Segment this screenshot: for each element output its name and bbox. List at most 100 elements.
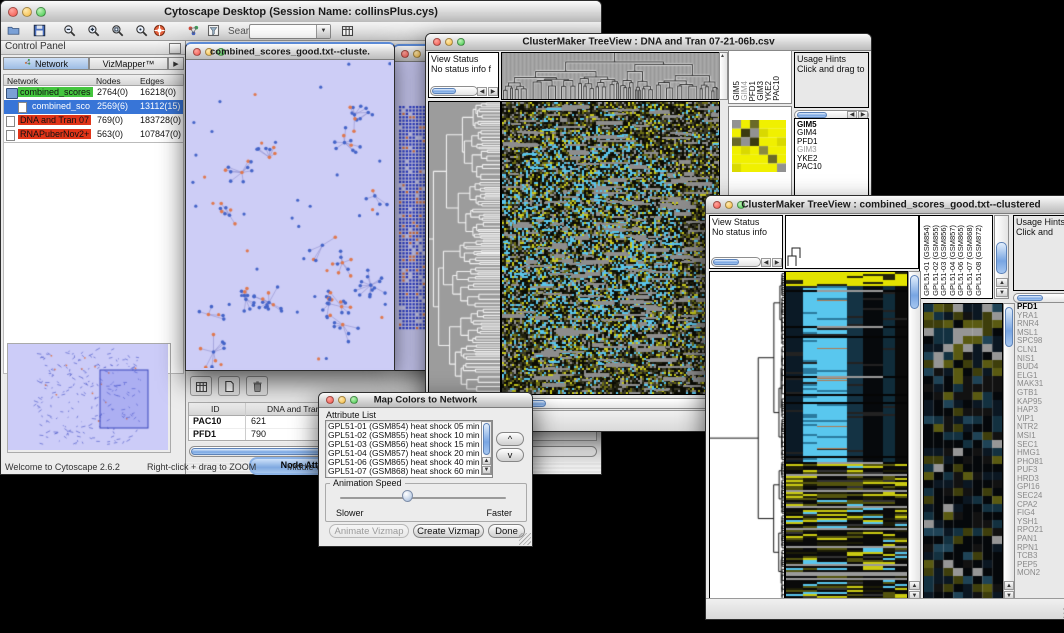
doc-icon [6,116,15,127]
close-icon[interactable] [433,38,441,46]
global-heatmap-canvas[interactable] [501,101,720,395]
close-icon[interactable] [193,48,201,56]
view-status-hscrollbar[interactable] [430,86,478,96]
save-icon[interactable] [33,24,48,39]
usage-hints-panel: Usage Hints Click and drag to [794,52,869,108]
animation-speed-label: Animation Speed [330,478,405,488]
scroll-right-icon[interactable]: ▶ [488,87,498,96]
dialog-titlebar[interactable]: Map Colors to Network [319,393,532,408]
tab-overflow-button[interactable]: ▶ [168,57,184,70]
network-edges-count: 13112(15) [140,101,180,111]
scrollbar-thumb[interactable] [1017,295,1043,301]
collabel-vscrollbar[interactable]: ▲ ▼ [994,215,1009,299]
row-id: PAC10 [193,416,221,426]
row-dendrogram-canvas[interactable] [428,101,501,395]
minimize-icon[interactable] [413,50,421,58]
table-import-icon[interactable] [341,24,356,39]
scroll-up-icon[interactable]: ▲ [1004,581,1014,590]
network-tree-row[interactable]: combined_sco2569(6)13112(15) [4,100,183,114]
heatmap-vscrollbar[interactable]: ▲ ▼ [908,271,921,601]
filter-icon[interactable] [207,24,222,39]
tv1-vscrollbar[interactable]: ▲ [719,52,728,100]
treeview1-titlebar[interactable]: ClusterMaker TreeView : DNA and Tran 07-… [426,34,871,51]
search-combobox[interactable]: ▼ [249,24,331,39]
zoom-out-icon[interactable] [63,24,78,39]
scroll-up-icon[interactable]: ▲ [996,278,1008,287]
network-window-titlebar[interactable]: combined_scores_good.txt--cluste... [186,44,394,60]
chevron-down-icon[interactable]: ▼ [316,25,330,38]
view-status-label: View Status [431,54,478,64]
scroll-down-icon[interactable]: ▼ [996,288,1008,297]
table-icon[interactable] [190,376,212,396]
main-titlebar[interactable]: Cytoscape Desktop (Session Name: collins… [1,1,601,23]
speed-slider-track[interactable] [340,497,506,499]
column-label: GPL51-07 (GSM868) [965,225,974,296]
network-tree-row[interactable]: DNA and Tran 07769(0)183728(0) [4,114,183,128]
treeview2-titlebar[interactable]: ClusterMaker TreeView : combined_scores_… [706,196,1064,214]
close-icon[interactable] [8,7,18,17]
column-header-network[interactable]: Network [7,76,38,86]
scrollbar-thumb[interactable] [713,259,739,265]
float-panel-icon[interactable] [169,43,181,54]
zoom-in-icon[interactable] [87,24,102,39]
speed-slider-thumb[interactable] [402,490,413,502]
network-tree-row[interactable]: combined_scores2764(0)16218(0) [4,86,183,100]
scroll-up-icon[interactable]: ▲ [720,53,725,59]
scroll-up-icon[interactable]: ▲ [909,581,920,590]
scroll-down-icon[interactable]: ▼ [482,466,491,474]
column-label: GPL51-03 (GSM856) [939,225,948,296]
attribute-listbox[interactable]: GPL51-01 (GSM854) heat shock 05 minGPL51… [325,420,493,478]
tab-network[interactable]: Network [3,57,89,70]
correlation-matrix-canvas[interactable] [732,120,786,172]
scrollbar-thumb[interactable] [432,88,456,94]
scrollbar-thumb[interactable] [996,242,1007,274]
heatmap-hscrollbar[interactable] [501,398,718,409]
global-heatmap-canvas[interactable] [785,271,908,601]
move-down-button[interactable]: v [496,448,524,462]
zoom-heatmap-canvas[interactable] [923,303,1003,601]
row-value: 790 [251,429,266,439]
close-icon[interactable] [713,201,721,209]
scroll-right-icon[interactable]: ▶ [772,258,782,267]
network-overview-canvas[interactable] [8,344,168,450]
zoom-actual-icon[interactable] [135,24,150,39]
row-id: PFD1 [193,429,216,439]
node-appearance-icon[interactable] [187,24,202,39]
new-doc-icon[interactable] [218,376,240,396]
search-input[interactable] [251,25,319,38]
scrollbar-thumb[interactable] [910,275,919,309]
scroll-left-icon[interactable]: ◀ [477,87,487,96]
zoom-vscrollbar[interactable]: ▲ ▼ [1003,303,1015,601]
resize-grip[interactable] [519,533,531,545]
close-icon[interactable] [326,396,334,404]
column-dendrogram-canvas[interactable] [501,52,720,100]
tab-vizmapper[interactable]: VizMapper™ [89,57,168,70]
list-vscrollbar[interactable]: ▲ ▼ [481,421,492,475]
scrollbar-thumb[interactable] [483,423,490,455]
create-vizmap-button[interactable]: Create Vizmap [413,524,484,538]
network-tree-row[interactable]: RNAPuberNov2+563(0)107847(0) [4,128,183,142]
doc-icon [6,130,15,141]
scrollbar-thumb[interactable] [1005,307,1013,347]
attribute-list-item[interactable]: GPL51-07 (GSM868) heat shock 60 min [328,467,480,476]
network-nodes-count: 563(0) [97,129,123,139]
scroll-up-icon[interactable]: ▲ [482,457,491,465]
help-icon[interactable] [153,24,168,39]
row-dendrogram-canvas[interactable] [709,271,785,601]
usage-hscrollbar[interactable] [1013,293,1064,303]
view-status-hscrollbar[interactable] [711,257,761,267]
status-welcome: Welcome to Cytoscape 2.6.2 [5,462,120,472]
move-up-button[interactable]: ^ [496,432,524,446]
zoom-fit-icon[interactable] [111,24,126,39]
column-header-nodes[interactable]: Nodes [96,76,121,86]
open-icon[interactable] [7,24,22,39]
control-panel: Control Panel NetworkVizMapper™▶ Network… [1,41,186,474]
column-label: GPL51-08 (GSM872) [974,225,983,296]
map-colors-dialog: Map Colors to Network Attribute List GPL… [318,392,533,547]
network-graph-canvas[interactable] [187,60,391,368]
scroll-left-icon[interactable]: ◀ [761,258,771,267]
trash-icon[interactable] [246,376,268,396]
column-header[interactable]: ID [211,404,220,414]
column-header-edges[interactable]: Edges [140,76,164,86]
close-icon[interactable] [401,50,409,58]
